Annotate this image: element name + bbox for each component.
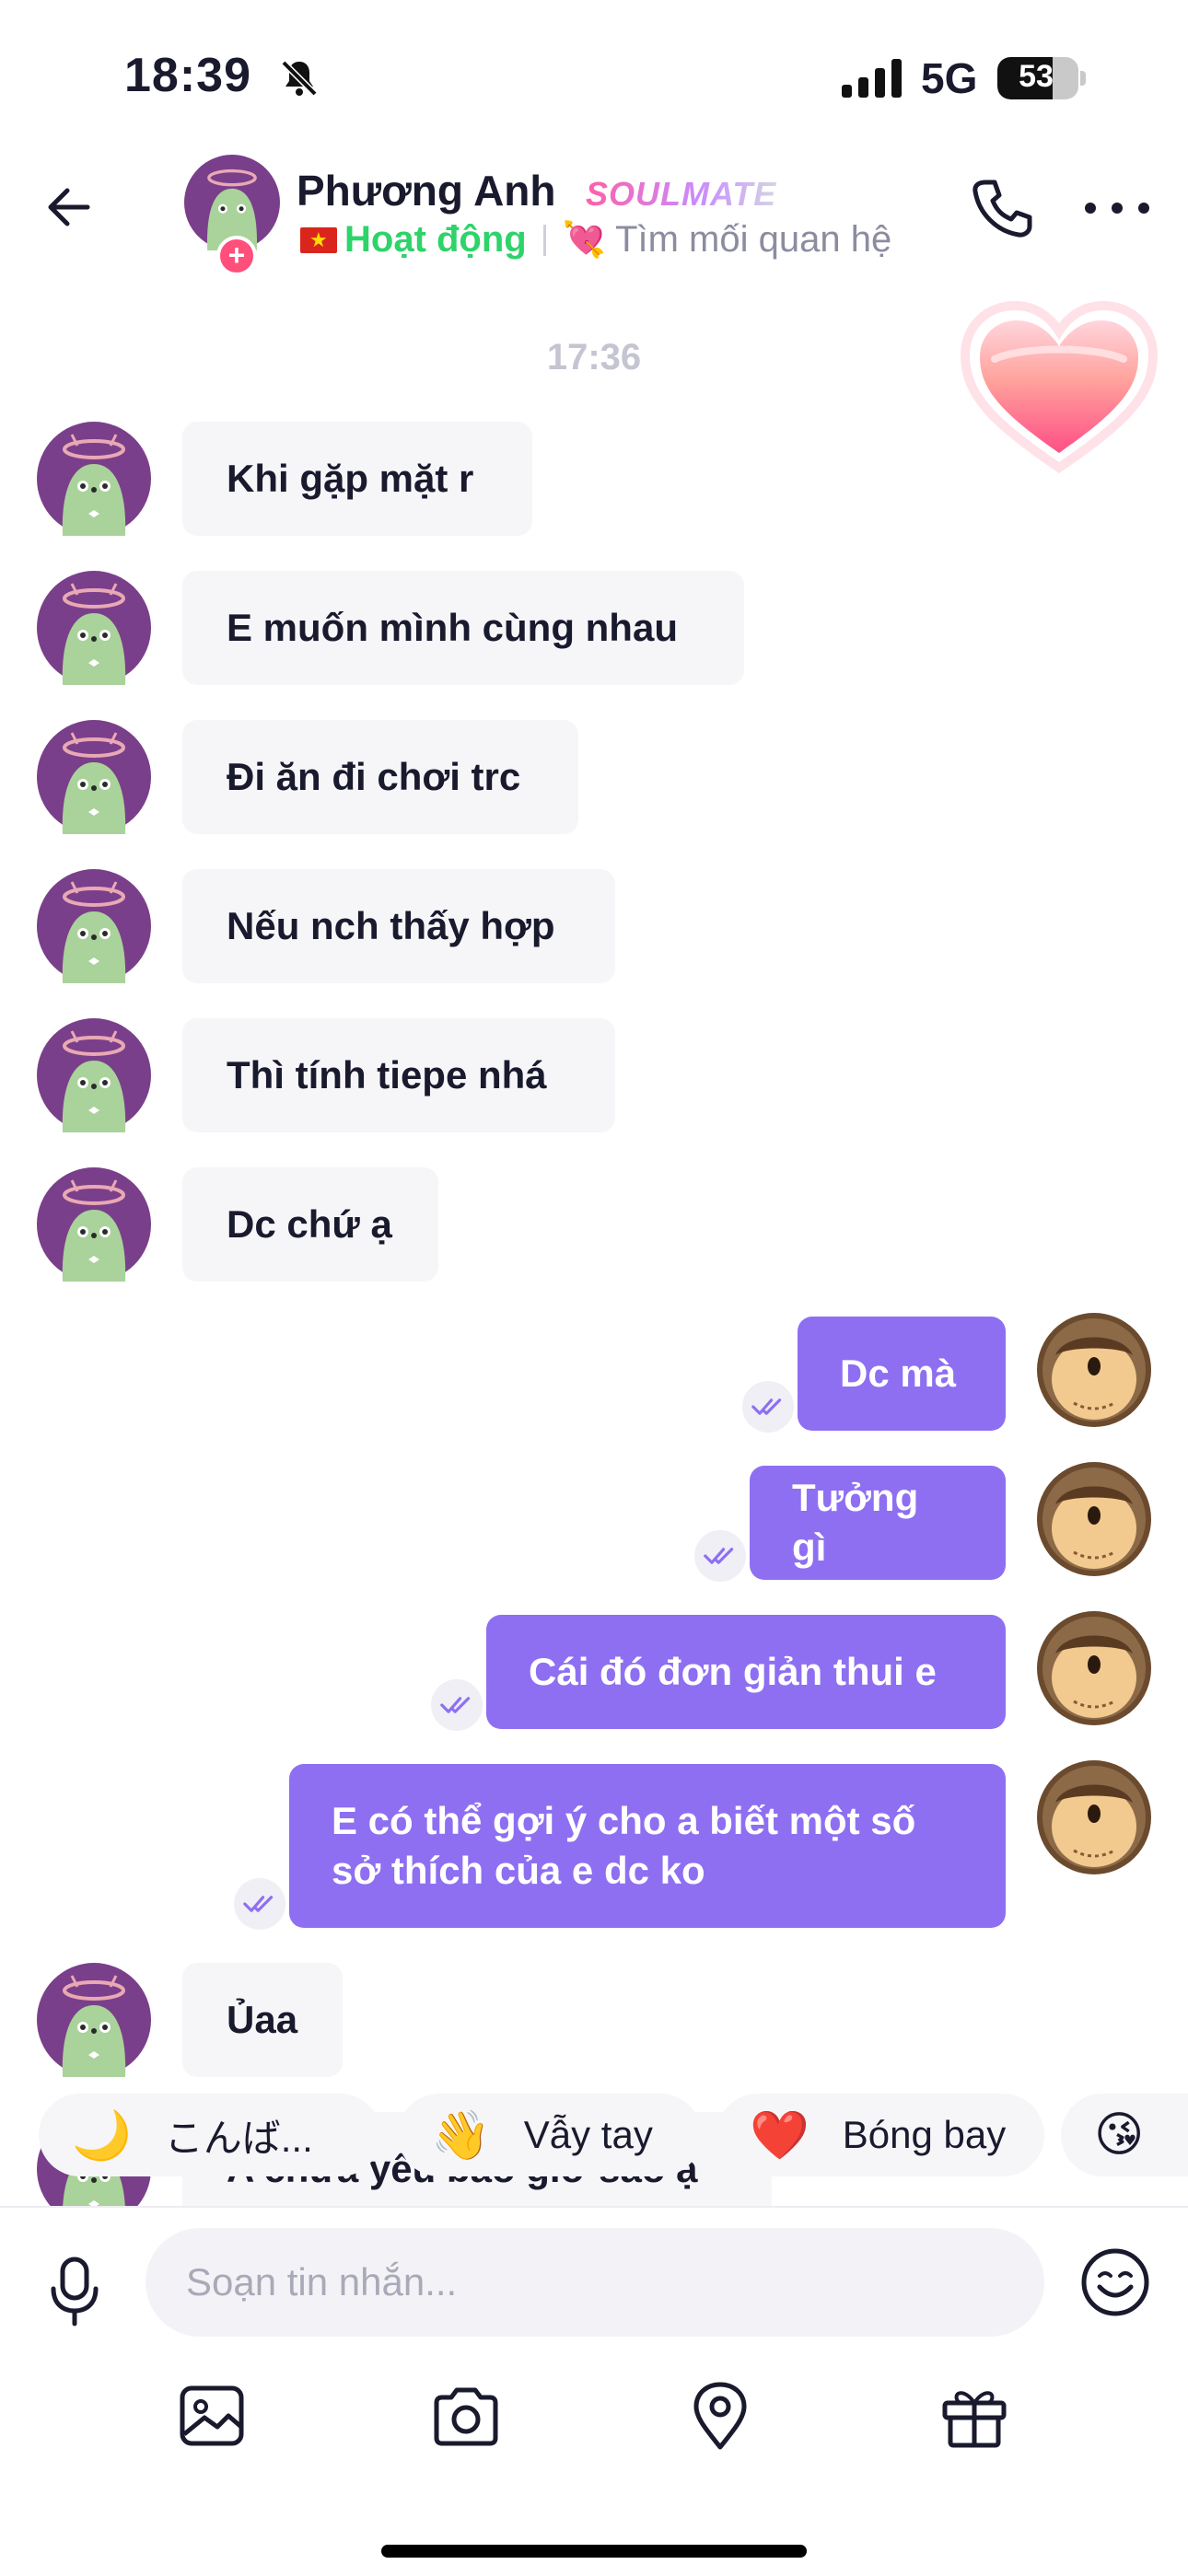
back-arrow-icon bbox=[48, 188, 90, 226]
contact-avatar[interactable] bbox=[37, 720, 151, 834]
message-bubble[interactable]: Cái đó đơn giản thui e bbox=[486, 1615, 1006, 1729]
quick-reply-label: Bóng bay bbox=[842, 2113, 1007, 2156]
outgoing-message: Cái đó đơn giản thui e bbox=[0, 1611, 1188, 1731]
read-receipt-icon bbox=[742, 1381, 794, 1433]
contact-avatar[interactable] bbox=[37, 869, 151, 983]
message-bubble[interactable]: Thì tính tiepe nhá bbox=[182, 1018, 615, 1132]
microphone-icon[interactable] bbox=[42, 2254, 107, 2327]
quick-reply-bar: 🌙 こんば... 👋 Vẫy tay ❤️ Bóng bay 😘 bbox=[0, 2086, 1188, 2176]
my-avatar[interactable] bbox=[1037, 1313, 1151, 1427]
battery-icon: 53 bbox=[997, 57, 1086, 99]
incoming-message: Nếu nch thấy hợp bbox=[0, 869, 1188, 983]
quick-reply-label: こんば... bbox=[164, 2116, 313, 2160]
contact-avatar[interactable] bbox=[37, 571, 151, 685]
my-avatar[interactable] bbox=[1037, 1611, 1151, 1725]
status-bar: 18:39 5G 53 bbox=[0, 0, 1188, 138]
gift-icon[interactable] bbox=[938, 2379, 1011, 2453]
contact-avatar[interactable] bbox=[37, 1167, 151, 1282]
heart-balloon-icon: ❤️ bbox=[750, 2108, 809, 2163]
message-bubble[interactable]: Nếu nch thấy hợp bbox=[182, 869, 615, 983]
quick-reply-chip[interactable]: 😘 bbox=[1061, 2094, 1188, 2176]
status-time: 18:39 bbox=[124, 49, 251, 102]
home-indicator bbox=[381, 2545, 807, 2558]
emoji-icon[interactable] bbox=[1079, 2246, 1151, 2318]
incoming-message: Thì tính tiepe nhá bbox=[0, 1018, 1188, 1132]
chat-messages[interactable]: 17:36 Khi gặp mặt r E muốn mình cùng nha… bbox=[0, 276, 1188, 2206]
message-composer bbox=[0, 2206, 1188, 2576]
incoming-message: Ủaa bbox=[0, 1963, 1188, 2077]
status-divider bbox=[542, 224, 546, 256]
message-bubble[interactable]: Dc mà bbox=[798, 1317, 1006, 1431]
message-input[interactable] bbox=[146, 2228, 1044, 2337]
outgoing-message: Tưởng gì bbox=[0, 1462, 1188, 1582]
message-bubble[interactable]: Ủaa bbox=[182, 1963, 343, 2077]
incoming-message: Đi ăn đi chơi trc bbox=[0, 720, 1188, 834]
message-bubble[interactable]: Đi ăn đi chơi trc bbox=[182, 720, 578, 834]
incoming-message: Khi gặp mặt r bbox=[0, 422, 1188, 536]
online-status: Hoạt động bbox=[344, 219, 527, 260]
relationship-goal: Tìm mối quan hệ bbox=[615, 219, 892, 260]
contact-status-line: ★ Hoạt động 💘 Tìm mối quan hệ bbox=[300, 219, 891, 261]
my-avatar[interactable] bbox=[1037, 1462, 1151, 1576]
incoming-message: E muốn mình cùng nhau bbox=[0, 571, 1188, 685]
heart-arrow-icon: 💘 bbox=[562, 220, 607, 260]
soulmate-badge: SOULMATE bbox=[586, 175, 777, 213]
message-bubble[interactable]: E có thể gợi ý cho a biết một số sở thíc… bbox=[289, 1764, 1006, 1928]
contact-avatar[interactable] bbox=[37, 422, 151, 536]
read-receipt-icon bbox=[431, 1679, 483, 1731]
battery-level: 53 bbox=[1019, 59, 1054, 94]
bell-muted-icon bbox=[281, 60, 318, 97]
vietnam-flag-icon: ★ bbox=[300, 226, 337, 253]
contact-avatar[interactable] bbox=[37, 1018, 151, 1132]
signal-icon bbox=[842, 59, 902, 98]
location-icon[interactable] bbox=[683, 2379, 757, 2453]
image-icon[interactable] bbox=[175, 2379, 249, 2453]
contact-avatar[interactable] bbox=[37, 1963, 151, 2077]
incoming-message: Dc chứ ạ bbox=[0, 1167, 1188, 1282]
back-button[interactable] bbox=[37, 175, 101, 239]
quick-reply-chip[interactable]: 🌙 こんば... bbox=[39, 2094, 381, 2176]
add-friend-badge[interactable]: + bbox=[216, 236, 257, 276]
wink-kiss-icon: 😘 bbox=[1094, 2108, 1145, 2162]
wave-hand-icon: 👋 bbox=[431, 2108, 491, 2163]
network-type: 5G bbox=[921, 54, 978, 102]
outgoing-message: E có thể gợi ý cho a biết một số sở thíc… bbox=[0, 1760, 1188, 1930]
phone-icon[interactable] bbox=[969, 175, 1035, 241]
quick-reply-label: Vẫy tay bbox=[523, 2113, 653, 2156]
chat-header: + Phương Anh SOULMATE ★ Hoạt động 💘 Tìm … bbox=[0, 138, 1188, 276]
message-bubble[interactable]: E muốn mình cùng nhau bbox=[182, 571, 744, 685]
read-receipt-icon bbox=[234, 1878, 285, 1930]
my-avatar[interactable] bbox=[1037, 1760, 1151, 1874]
message-bubble[interactable]: Khi gặp mặt r bbox=[182, 422, 532, 536]
quick-reply-chip[interactable]: ❤️ Bóng bay bbox=[716, 2094, 1044, 2176]
moon-icon: 🌙 bbox=[72, 2108, 132, 2163]
more-icon[interactable] bbox=[1085, 180, 1149, 236]
message-bubble[interactable]: Dc chứ ạ bbox=[182, 1167, 438, 1282]
message-timestamp: 17:36 bbox=[546, 337, 642, 377]
read-receipt-icon bbox=[694, 1530, 746, 1582]
camera-icon[interactable] bbox=[429, 2379, 503, 2453]
message-bubble[interactable]: Tưởng gì bbox=[750, 1466, 1006, 1580]
outgoing-message: Dc mà bbox=[0, 1313, 1188, 1433]
quick-reply-chip[interactable]: 👋 Vẫy tay bbox=[398, 2094, 702, 2176]
contact-name[interactable]: Phương Anh bbox=[297, 166, 555, 215]
